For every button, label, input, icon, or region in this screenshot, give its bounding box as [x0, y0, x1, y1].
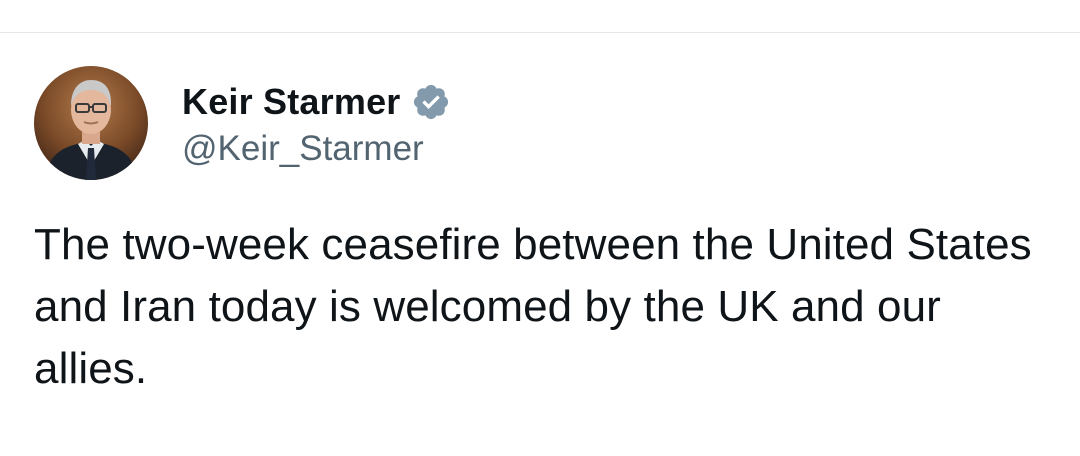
verified-badge-icon: [411, 82, 451, 122]
name-row: Keir Starmer: [182, 77, 451, 127]
avatar[interactable]: [34, 66, 148, 180]
avatar-portrait-image: [34, 66, 148, 180]
tweet-text: The two-week ceasefire between the Unite…: [34, 220, 1032, 393]
author-handle[interactable]: @Keir_Starmer: [182, 129, 451, 169]
tweet-header: Keir Starmer @Keir_Starmer: [34, 66, 1054, 180]
tweet-card[interactable]: Keir Starmer @Keir_Starmer The two-week …: [34, 66, 1054, 400]
author-identity: Keir Starmer @Keir_Starmer: [182, 77, 451, 169]
author-display-name[interactable]: Keir Starmer: [182, 81, 401, 123]
top-divider: [0, 32, 1080, 33]
